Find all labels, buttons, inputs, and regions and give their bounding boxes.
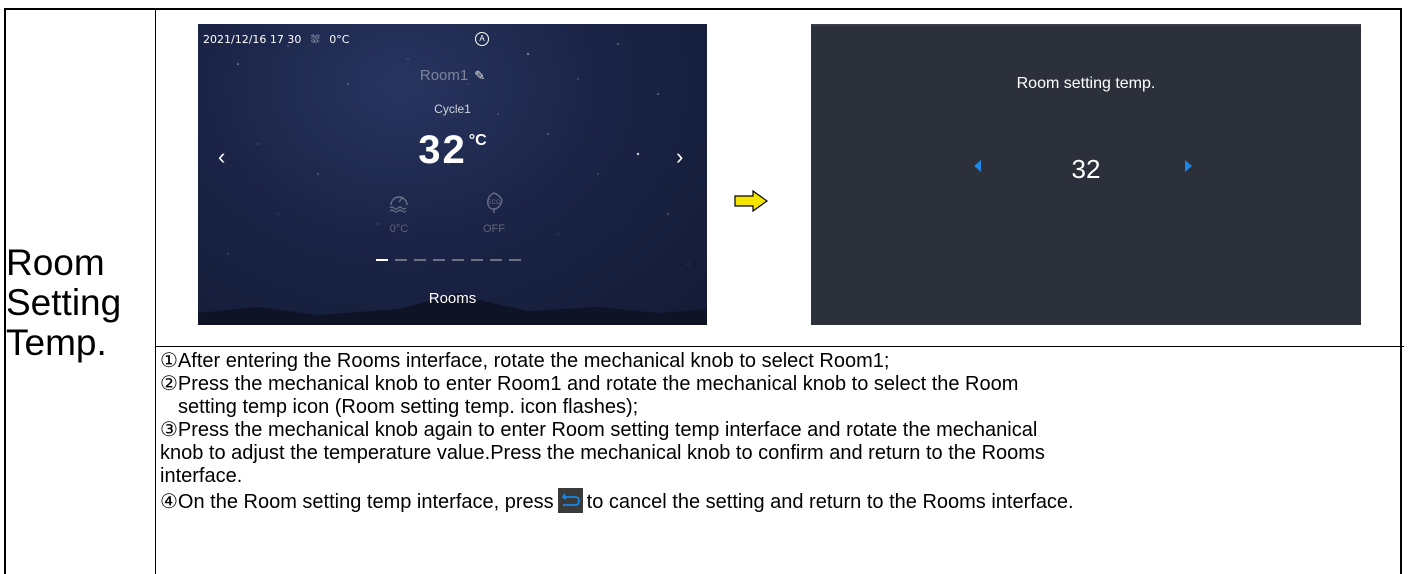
step-1: ①After entering the Rooms interface, rot… [160, 350, 890, 372]
edit-icon[interactable]: ✎ [474, 68, 485, 84]
page-dot [471, 259, 483, 261]
page-dot [395, 259, 407, 261]
cycle-label: Cycle1 [434, 102, 471, 116]
page-dot-active [376, 259, 388, 261]
rooms-footer-label: Rooms [428, 290, 477, 307]
instruction-steps: ①After entering the Rooms interface, rot… [160, 350, 1400, 514]
temperature-value: 32 [418, 128, 467, 172]
room-setting-temp-value: 0°C [389, 223, 409, 235]
step-3: ③Press the mechanical knob again to ente… [160, 419, 1038, 441]
row-divider [155, 346, 1404, 347]
section-label-line: Room [6, 242, 105, 283]
eco-icon-label: ECO [487, 200, 500, 206]
room-setting-temp-item[interactable]: 0°C [379, 190, 419, 235]
section-label-line: Temp. [6, 322, 107, 363]
status-bar: 2021/12/16 17 30 ⛆ 0°C [203, 33, 355, 47]
room-temperature: 32 °C [198, 128, 707, 173]
setting-temp-value: 32 [1071, 154, 1101, 184]
eco-value: OFF [483, 223, 505, 235]
step-4-text-end: to cancel the setting and return to the … [586, 491, 1074, 513]
outdoor-temp-icon: ⛆ [310, 33, 320, 46]
previous-room-button[interactable]: ‹ [218, 144, 225, 170]
page-dot [509, 259, 521, 261]
room-name: Room1 [419, 67, 469, 84]
status-datetime: 2021/12/16 17 30 [203, 33, 302, 46]
step-2-text: setting temp icon (Room setting temp. ic… [178, 396, 639, 418]
column-divider [155, 8, 156, 574]
step-3-continued: knob to adjust the temperature value.Pre… [160, 442, 1045, 464]
temperature-unit: °C [468, 132, 487, 149]
step-3-continued: interface. [160, 465, 243, 487]
section-label: Room Setting Temp. [6, 243, 154, 363]
step-4: ④On the Room setting temp interface, pre… [160, 488, 1400, 514]
page-dot [452, 259, 464, 261]
room-setting-temp-screen: Room setting temp. 32 [811, 24, 1361, 325]
page-indicator [376, 259, 528, 277]
step-4-text: ④On the Room setting temp interface, pre… [160, 491, 554, 513]
increase-arrow-icon[interactable] [1185, 160, 1192, 172]
eco-icon: ECO [487, 192, 503, 213]
status-outdoor-temp: 0°C [329, 33, 350, 46]
page-dot [414, 259, 426, 261]
room-title: Room1 ✎ [198, 67, 707, 84]
page-dot [433, 259, 445, 261]
section-label-line: Setting [6, 282, 122, 323]
auto-mode-icon: A [475, 32, 489, 46]
step-2: ②Press the mechanical knob to enter Room… [160, 373, 1019, 395]
room-temp-gauge-icon [389, 196, 408, 213]
next-room-button[interactable]: › [676, 144, 683, 170]
back-icon [557, 488, 583, 513]
transition-arrow-icon [734, 190, 769, 212]
rooms-screen: 2021/12/16 17 30 ⛆ 0°C A Room1 ✎ Cycle1 3… [198, 24, 707, 325]
eco-item[interactable]: ECO OFF [474, 190, 514, 235]
step-2-continued: setting temp icon (Room setting temp. ic… [160, 396, 1400, 419]
screen-top-line [811, 24, 1361, 26]
page-dot [490, 259, 502, 261]
screen-title: Room setting temp. [1016, 75, 1156, 92]
